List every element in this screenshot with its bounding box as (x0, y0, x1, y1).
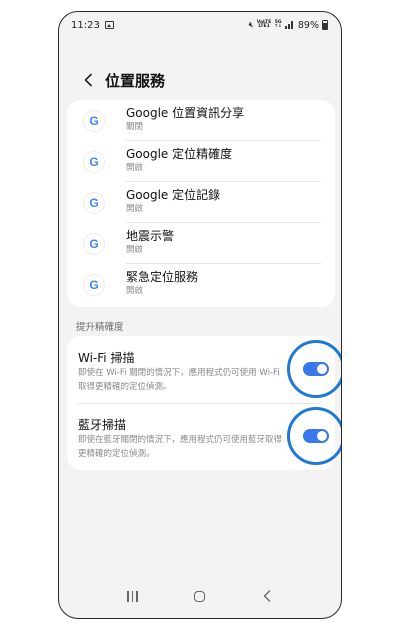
app-title: Google 定位記錄 (126, 188, 221, 202)
back-button[interactable] (73, 65, 103, 95)
net-bottom: ↑↓ (274, 24, 282, 29)
app-text: Google 位置資訊分享 關閉 (126, 105, 244, 134)
google-icon-letter: G (89, 154, 99, 169)
toggle-description: 即使在藍牙關閉的情況下，應用程式仍可使用藍牙取得更精確的定位偵測。 (78, 435, 283, 459)
app-text: 緊急定位服務 開啟 (126, 269, 198, 298)
mute-icon: 🔇︎ (248, 20, 254, 29)
toggle-title: 藍牙掃描 (78, 418, 127, 432)
bluetooth-scanning-row[interactable]: 藍牙掃描 即使在藍牙關閉的情況下，應用程式仍可使用藍牙取得更精確的定位偵測。 (67, 403, 341, 470)
signal-icon (284, 21, 295, 29)
app-text: 地震示警 開啟 (126, 228, 174, 257)
list-item-google-location-history[interactable]: G Google 定位記錄 開啟 (67, 182, 335, 223)
network-5g-indicator: 5G ↑↓ (274, 20, 282, 30)
google-icon: G (84, 274, 104, 295)
google-icon-letter: G (89, 195, 99, 210)
list-item-google-location-accuracy[interactable]: G Google 定位精確度 開啟 (67, 141, 335, 182)
phone-frame: 11:23 🔇︎ VoLTE LTE1 5G ↑↓ 89% 位置服務 G Goo… (58, 11, 342, 619)
app-title: Google 定位精確度 (126, 147, 233, 161)
status-bar: 11:23 🔇︎ VoLTE LTE1 5G ↑↓ 89% (59, 12, 341, 38)
recents-button[interactable] (118, 581, 148, 611)
app-title: Google 位置資訊分享 (126, 106, 245, 120)
gallery-notification-icon (104, 21, 114, 29)
home-icon (194, 590, 206, 602)
google-icon-letter: G (89, 113, 99, 128)
nav-back-button[interactable] (252, 581, 282, 611)
highlight-circle (287, 407, 341, 465)
home-button[interactable] (185, 581, 215, 611)
chevron-left-icon (84, 73, 92, 87)
list-item-earthquake-alerts[interactable]: G 地震示警 開啟 (67, 223, 335, 264)
google-icon: G (84, 110, 104, 131)
app-status: 開啟 (126, 163, 144, 173)
header: 位置服務 (59, 64, 341, 96)
section-label: 提升精確度 (76, 322, 124, 333)
wifi-scanning-row[interactable]: Wi-Fi 掃描 即使在 Wi-Fi 關閉的情況下，應用程式仍可使用 Wi-Fi… (67, 336, 341, 404)
status-left: 11:23 (71, 20, 114, 31)
app-title: 緊急定位服務 (126, 270, 199, 284)
volte-indicator: VoLTE LTE1 (257, 20, 272, 30)
status-time: 11:23 (71, 19, 100, 31)
google-icon: G (84, 151, 104, 172)
app-status: 開啟 (126, 286, 144, 296)
page-title: 位置服務 (105, 71, 166, 90)
volte-bottom: LTE1 (258, 24, 270, 29)
battery-percent: 89% (297, 19, 319, 31)
highlight-circle (287, 340, 341, 398)
toggle-title: Wi-Fi 掃描 (78, 351, 135, 365)
battery-icon (322, 20, 328, 30)
toggles-card: Wi-Fi 掃描 即使在 Wi-Fi 關閉的情況下，應用程式仍可使用 Wi-Fi… (67, 336, 341, 470)
app-text: Google 定位精確度 開啟 (126, 146, 232, 175)
google-icon-letter: G (89, 236, 99, 251)
recents-icon (127, 590, 138, 602)
back-arrow-icon (264, 590, 271, 602)
list-item-emergency-location-service[interactable]: G 緊急定位服務 開啟 (67, 264, 335, 305)
google-icon-letter: G (89, 277, 99, 292)
toggle-description: 即使在 Wi-Fi 關閉的情況下，應用程式仍可使用 Wi-Fi 取得更精確的定位… (78, 368, 280, 392)
google-icon: G (84, 233, 104, 254)
google-icon: G (84, 192, 104, 213)
list-item-google-location-sharing[interactable]: G Google 位置資訊分享 關閉 (67, 100, 335, 141)
app-text: Google 定位記錄 開啟 (126, 187, 220, 216)
app-title: 地震示警 (126, 229, 175, 243)
apps-card: G Google 位置資訊分享 關閉 G Google 定位精確度 開啟 G G… (67, 100, 335, 307)
app-status: 開啟 (126, 204, 144, 214)
status-right: 🔇︎ VoLTE LTE1 5G ↑↓ 89% (249, 20, 329, 31)
app-status: 關閉 (126, 122, 144, 132)
app-status: 開啟 (126, 245, 144, 255)
navigation-bar (59, 574, 341, 618)
